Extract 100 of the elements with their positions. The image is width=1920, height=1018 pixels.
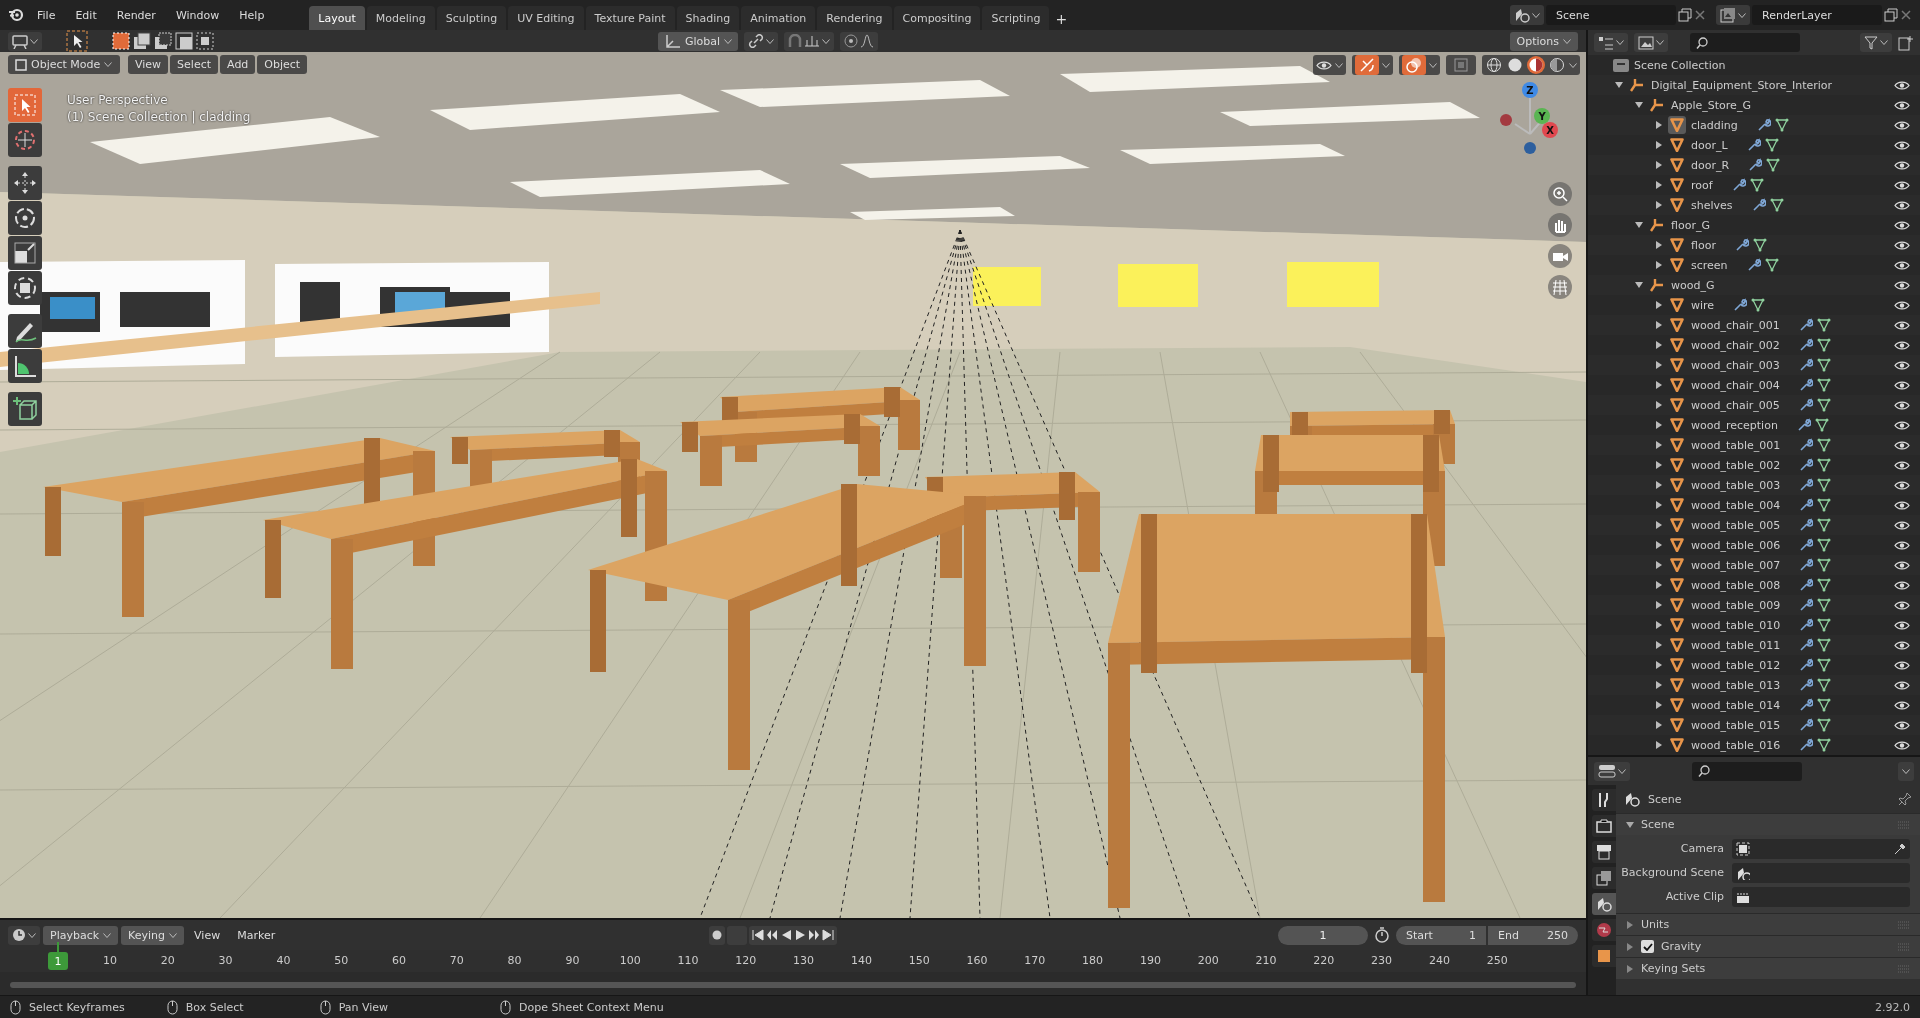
outliner-row[interactable]: Apple_Store_G (1588, 95, 1920, 115)
outliner-row[interactable]: wood_table_006 (1588, 535, 1920, 555)
current-frame-field[interactable]: 1 (1278, 925, 1368, 945)
outliner-row[interactable]: wood_table_016 (1588, 735, 1920, 755)
frame-number: 80 (507, 954, 522, 967)
outliner-row[interactable]: wood_table_014 (1588, 695, 1920, 715)
outliner-row[interactable]: wood_table_012 (1588, 655, 1920, 675)
panel-header[interactable]: Scene (1616, 813, 1920, 835)
workspace-tab[interactable]: Animation (741, 6, 816, 30)
object-name: wood_table_007 (1691, 558, 1781, 572)
frame-number: 10 (103, 954, 117, 967)
object-name: wood_table_016 (1691, 738, 1781, 752)
collection-name: Apple_Store_G (1671, 98, 1751, 112)
field-label: Background Scene (1620, 865, 1724, 881)
menu-item[interactable]: Render (107, 4, 165, 26)
object-name: roof (1691, 178, 1713, 192)
frame-number: 250 (1486, 954, 1508, 967)
timeline-menu[interactable]: Keying (121, 925, 185, 945)
object-name: wood_chair_003 (1691, 358, 1780, 372)
workspace-tab[interactable]: Sculpting (436, 6, 507, 30)
frame-number: 50 (334, 954, 349, 967)
outliner-row[interactable]: wood_chair_002 (1588, 335, 1920, 355)
menu-item[interactable]: Window (166, 4, 229, 26)
outliner-row[interactable]: screen (1588, 255, 1920, 275)
frame-number: 30 (218, 954, 233, 967)
timeline-menu[interactable]: View (187, 925, 228, 945)
menu-item[interactable]: Help (230, 4, 274, 26)
outliner-row[interactable]: wood_table_004 (1588, 495, 1920, 515)
viewport-menu[interactable]: View (128, 55, 169, 74)
object-name: floor (1691, 238, 1716, 252)
menu-item[interactable]: Edit (66, 4, 106, 26)
workspace-tab[interactable]: Modeling (366, 6, 435, 30)
mode-dropdown[interactable]: Object Mode (8, 55, 120, 74)
field-value: 250 (1547, 928, 1568, 942)
workspace-tab[interactable]: Scripting (982, 6, 1050, 30)
panel-header[interactable]: Keying Sets (1616, 957, 1920, 979)
frame-number: 160 (966, 954, 988, 967)
object-name: wood_chair_004 (1691, 378, 1780, 392)
view-layer-field[interactable]: RenderLayer (1752, 5, 1882, 25)
status-hint: Box Select (185, 1000, 244, 1014)
object-name: door_R (1691, 158, 1730, 172)
frame-number: 100 (619, 954, 641, 967)
workspace-tab[interactable]: Compositing (893, 6, 981, 30)
outliner-row[interactable]: wood_chair_004 (1588, 375, 1920, 395)
outliner-row[interactable]: wood_table_002 (1588, 455, 1920, 475)
frame-number: 130 (793, 954, 815, 967)
view-name: User Perspective (67, 93, 168, 107)
frame-number: 110 (677, 954, 699, 967)
outliner-row[interactable]: wire (1588, 295, 1920, 315)
workspace-tab[interactable]: Texture Paint (585, 6, 675, 30)
workspace-tab[interactable]: Layout (309, 6, 365, 30)
panel-header[interactable]: Gravity (1616, 935, 1920, 957)
frame-number: 190 (1139, 954, 1161, 967)
viewport-menu[interactable]: Object (257, 55, 308, 74)
context-name: Scene (1648, 792, 1682, 806)
orientation-dropdown[interactable]: Global (658, 31, 738, 51)
menu-item[interactable]: File (28, 4, 65, 26)
panel-title: Gravity (1661, 940, 1702, 953)
status-hint: Select Keyframes (29, 1000, 125, 1014)
outliner-row[interactable]: door_L (1588, 135, 1920, 155)
add-workspace-button[interactable]: + (1051, 8, 1072, 30)
frame-number: 240 (1428, 954, 1450, 967)
object-name: door_L (1691, 138, 1728, 152)
object-name: wood_table_009 (1691, 598, 1781, 612)
viewport-menu[interactable]: Add (220, 55, 256, 74)
workspace-tab[interactable]: Rendering (817, 6, 892, 30)
workspace-tab[interactable]: UV Editing (508, 6, 584, 30)
start-frame-field[interactable]: Start 1 (1396, 925, 1486, 945)
field-label: Start (1406, 928, 1433, 942)
end-frame-field[interactable]: End 250 (1488, 925, 1578, 945)
outliner-row[interactable]: roof (1588, 175, 1920, 195)
timeline-menu[interactable]: Marker (230, 925, 283, 945)
object-name: screen (1691, 258, 1728, 272)
object-name: wood_table_011 (1691, 638, 1781, 652)
viewport-menu[interactable]: Select (170, 55, 219, 74)
panel-title: Units (1641, 918, 1670, 931)
object-name: wood_chair_001 (1691, 318, 1780, 332)
object-name: wood_table_012 (1691, 658, 1781, 672)
outliner-row[interactable]: floor_G (1588, 215, 1920, 235)
object-name: wood_table_010 (1691, 618, 1781, 632)
panel-title: Keying Sets (1641, 962, 1706, 975)
workspace-tab[interactable]: Shading (676, 6, 740, 30)
object-name: wood_table_002 (1691, 458, 1781, 472)
outliner-row[interactable]: wood_table_010 (1588, 615, 1920, 635)
outliner-row[interactable]: Scene Collection (1588, 55, 1920, 75)
panel-header[interactable]: Units (1616, 913, 1920, 935)
object-name: wood_chair_002 (1691, 338, 1780, 352)
object-name: wood_table_006 (1691, 538, 1781, 552)
playhead-frame[interactable]: 1 (48, 952, 68, 970)
frame-number: 20 (160, 954, 175, 967)
outliner-row[interactable]: wood_table_008 (1588, 575, 1920, 595)
frame-number: 180 (1082, 954, 1104, 967)
collection-name: wood_G (1671, 278, 1715, 292)
timeline-menu[interactable]: Playback (43, 925, 119, 945)
frame-number: 230 (1371, 954, 1393, 967)
options-dropdown[interactable]: Options (1509, 31, 1578, 51)
object-name: wood_table_004 (1691, 498, 1781, 512)
outliner-row[interactable]: wood_reception (1588, 415, 1920, 435)
scene-field[interactable]: Scene (1546, 5, 1676, 25)
object-name: wood_chair_005 (1691, 398, 1780, 412)
